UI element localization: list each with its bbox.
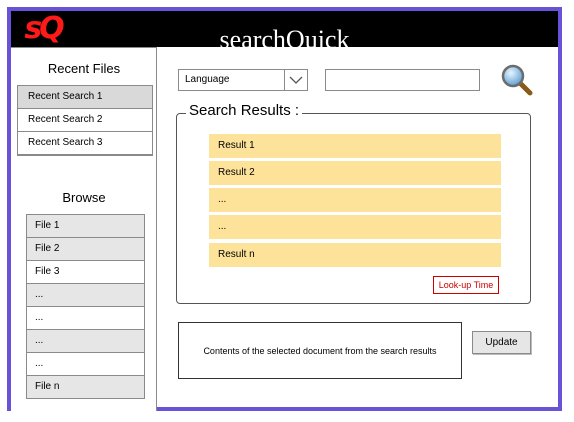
browse-file-item[interactable]: ...	[27, 353, 144, 376]
recent-file-item[interactable]: Recent Search 3	[18, 132, 152, 155]
sidebar: Recent Files Recent Search 1 Recent Sear…	[11, 47, 157, 411]
result-item[interactable]: Result 1	[209, 134, 501, 158]
search-icon[interactable]	[500, 63, 534, 97]
browse-file-item[interactable]: File n	[27, 376, 144, 398]
result-item[interactable]: Result n	[209, 243, 501, 267]
browse-file-item[interactable]: File 2	[27, 238, 144, 261]
chevron-down-icon[interactable]	[284, 70, 307, 90]
language-select-value: Language	[185, 74, 230, 85]
browse-file-item[interactable]: File 1	[27, 215, 144, 238]
browse-file-list: File 1 File 2 File 3 ... ... ... ... Fil…	[26, 214, 145, 399]
browse-file-item[interactable]: ...	[27, 330, 144, 353]
result-item[interactable]: ...	[209, 188, 501, 212]
browse-file-item[interactable]: File 3	[27, 261, 144, 284]
browse-heading: Browse	[62, 190, 106, 205]
title-bar: searchQuick	[11, 11, 558, 54]
recent-files-list: Recent Search 1 Recent Search 2 Recent S…	[17, 85, 153, 156]
document-preview: Contents of the selected document from t…	[178, 322, 462, 379]
lookup-time-label: Look-up Time	[433, 276, 499, 294]
result-item[interactable]: Result 2	[209, 161, 501, 185]
search-input[interactable]	[325, 69, 480, 91]
recent-files-heading: Recent Files	[47, 61, 121, 76]
recent-file-item[interactable]: Recent Search 2	[18, 109, 152, 132]
app-logo: sQ	[15, 13, 71, 45]
recent-file-item[interactable]: Recent Search 1	[18, 86, 152, 109]
update-button[interactable]: Update	[472, 331, 531, 354]
document-preview-text: Contents of the selected document from t…	[203, 345, 437, 356]
browse-file-item[interactable]: ...	[27, 307, 144, 330]
browse-file-item[interactable]: ...	[27, 284, 144, 307]
search-results-heading: Search Results :	[186, 102, 303, 119]
result-item[interactable]: ...	[209, 215, 501, 239]
language-select[interactable]: Language	[178, 69, 308, 91]
